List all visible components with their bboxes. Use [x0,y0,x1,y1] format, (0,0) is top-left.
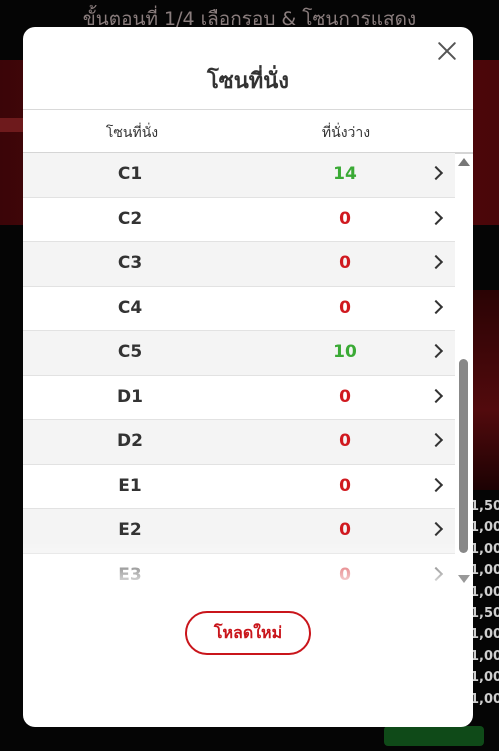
zone-name: C5 [117,342,143,362]
zone-row[interactable]: D1 0 [23,375,455,420]
scroll-up-arrow-icon[interactable] [458,158,470,166]
zone-name: D1 [117,386,143,407]
available-seats: 0 [339,253,351,273]
zone-name: E3 [118,564,142,585]
table-header: โซนที่นั่ง ที่นั่งว่าง [23,109,473,154]
chevron-right-icon[interactable] [428,432,444,448]
background-price-list: 1,500 1,000 1,000 1,000 1,000 1,500 1,00… [470,496,499,710]
background-price: 1,000 [470,627,499,643]
zone-row[interactable]: E3 0 [23,553,455,585]
background-price: 1,000 [470,670,499,686]
zone-row[interactable]: C2 0 [23,197,455,242]
zone-modal: โซนที่นั่ง โซนที่นั่ง ที่นั่งว่าง C1 14 C2… [23,27,473,727]
chevron-right-icon[interactable] [428,566,444,581]
close-icon[interactable] [435,39,459,63]
zone-row[interactable]: C3 0 [23,242,455,287]
chevron-right-icon[interactable] [428,299,444,314]
zone-name: D2 [117,431,143,451]
background-price: 1,000 [470,584,499,600]
available-seats: 0 [339,475,351,496]
background-button [384,726,484,746]
zone-row[interactable]: C4 0 [23,286,455,331]
background-left-tag [0,118,24,132]
scroll-down-arrow-icon[interactable] [458,575,470,583]
background-price: 1,000 [470,520,499,536]
zone-name: C3 [117,253,143,273]
zone-list: C1 14 C2 0 C3 0 C4 0 C5 10 D1 0 D2 0 E1 0 E2 0 E3 0 [23,153,455,585]
zone-name: E2 [118,520,142,540]
background-price: 1,000 [470,648,499,664]
available-seats: 0 [339,386,351,407]
chevron-right-icon[interactable] [428,521,444,537]
zone-row[interactable]: D2 0 [23,420,455,465]
modal-title: โซนที่นั่ง [206,69,290,94]
background-price: 1,500 [470,499,499,514]
reload-button[interactable]: โหลดใหม่ [185,611,311,655]
available-seats: 14 [333,164,357,184]
available-seats: 0 [339,208,351,229]
chevron-right-icon[interactable] [428,165,444,181]
zone-name: C2 [117,208,143,229]
available-seats: 0 [339,520,351,540]
available-seats: 0 [339,431,351,451]
zone-name: C1 [117,164,143,184]
zone-row[interactable]: C5 10 [23,331,455,376]
chevron-right-icon[interactable] [428,254,444,270]
available-seats: 0 [339,297,351,318]
chevron-right-icon[interactable] [428,210,444,225]
chevron-right-icon[interactable] [428,343,444,359]
zone-row[interactable]: E1 0 [23,464,455,509]
zone-row[interactable]: E2 0 [23,509,455,554]
scrollbar-thumb[interactable] [459,359,468,553]
background-price: 1,000 [470,691,499,707]
background-price: 1,000 [470,541,499,557]
zone-row[interactable]: C1 14 [23,153,455,198]
zone-name: C4 [117,297,143,318]
background-poster [470,290,499,490]
background-price: 1,500 [470,606,499,622]
zone-name: E1 [118,475,142,496]
available-seats: 10 [333,342,357,362]
available-seats: 0 [339,564,351,585]
background-price: 1,000 [470,563,499,579]
chevron-right-icon[interactable] [428,388,444,403]
chevron-right-icon[interactable] [428,477,444,492]
column-header-zone: โซนที่นั่ง [105,125,159,141]
scrollbar[interactable] [456,155,470,585]
column-header-available: ที่นั่งว่าง [321,125,371,141]
